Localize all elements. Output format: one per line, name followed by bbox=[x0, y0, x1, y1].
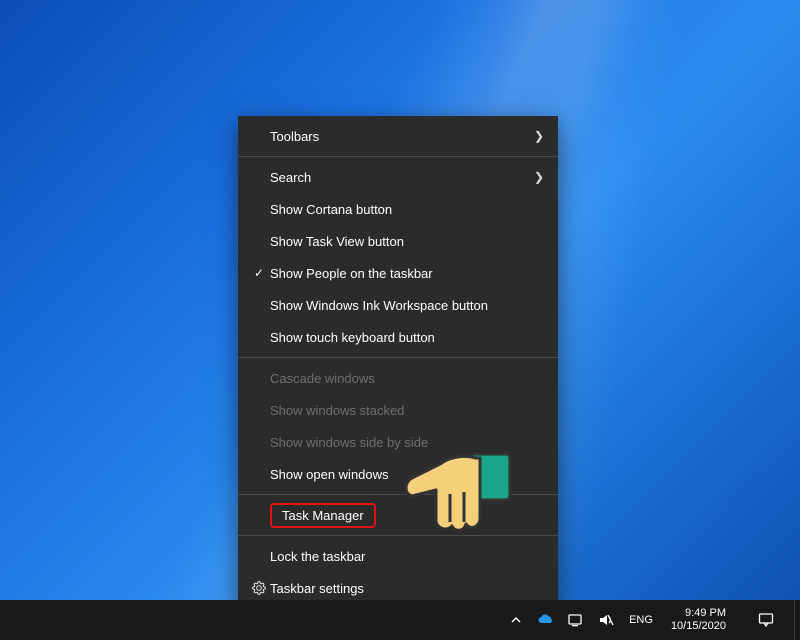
system-tray: ENG 9:49 PM 10/15/2020 bbox=[499, 600, 794, 640]
check-icon: ✓ bbox=[248, 266, 270, 280]
clock-time: 9:49 PM bbox=[685, 607, 726, 620]
show-desktop-button[interactable] bbox=[794, 600, 800, 640]
menu-item-show-task-view[interactable]: Show Task View button bbox=[238, 225, 558, 257]
menu-label: Taskbar settings bbox=[270, 581, 544, 596]
tray-overflow-icon[interactable] bbox=[507, 611, 525, 629]
action-center-icon[interactable] bbox=[746, 600, 786, 640]
menu-label: Show People on the taskbar bbox=[270, 266, 544, 281]
menu-label: Show Cortana button bbox=[270, 202, 544, 217]
menu-item-show-cortana[interactable]: Show Cortana button bbox=[238, 193, 558, 225]
menu-item-show-windows-stacked: Show windows stacked bbox=[238, 394, 558, 426]
clock[interactable]: 9:49 PM 10/15/2020 bbox=[667, 607, 734, 633]
menu-label: Show Task View button bbox=[270, 234, 544, 249]
menu-separator bbox=[238, 156, 558, 157]
menu-item-toolbars[interactable]: Toolbars ❯ bbox=[238, 120, 558, 152]
menu-item-task-manager[interactable]: Task Manager bbox=[238, 499, 558, 531]
onedrive-icon[interactable] bbox=[537, 611, 555, 629]
menu-item-cascade-windows: Cascade windows bbox=[238, 362, 558, 394]
menu-label: Show windows side by side bbox=[270, 435, 544, 450]
menu-label: Task Manager bbox=[282, 508, 364, 523]
menu-item-show-people[interactable]: ✓ Show People on the taskbar bbox=[238, 257, 558, 289]
annotation-highlight: Task Manager bbox=[270, 503, 376, 528]
menu-label: Search bbox=[270, 170, 534, 185]
menu-item-show-windows-side-by-side: Show windows side by side bbox=[238, 426, 558, 458]
network-icon[interactable] bbox=[567, 611, 585, 629]
menu-item-show-open-windows[interactable]: Show open windows bbox=[238, 458, 558, 490]
gear-icon bbox=[248, 581, 270, 595]
menu-separator bbox=[238, 494, 558, 495]
language-indicator[interactable]: ENG bbox=[627, 614, 655, 626]
taskbar[interactable]: ENG 9:49 PM 10/15/2020 bbox=[0, 600, 800, 640]
menu-label: Toolbars bbox=[270, 129, 534, 144]
chevron-right-icon: ❯ bbox=[534, 170, 544, 184]
menu-label: Show open windows bbox=[270, 467, 544, 482]
menu-separator bbox=[238, 535, 558, 536]
taskbar-context-menu: Toolbars ❯ Search ❯ Show Cortana button … bbox=[238, 116, 558, 608]
menu-label: Show touch keyboard button bbox=[270, 330, 544, 345]
menu-item-show-touch-keyboard[interactable]: Show touch keyboard button bbox=[238, 321, 558, 353]
menu-item-show-ink-workspace[interactable]: Show Windows Ink Workspace button bbox=[238, 289, 558, 321]
menu-separator bbox=[238, 357, 558, 358]
menu-label: Show Windows Ink Workspace button bbox=[270, 298, 544, 313]
menu-item-search[interactable]: Search ❯ bbox=[238, 161, 558, 193]
volume-icon[interactable] bbox=[597, 611, 615, 629]
chevron-right-icon: ❯ bbox=[534, 129, 544, 143]
menu-item-lock-taskbar[interactable]: Lock the taskbar bbox=[238, 540, 558, 572]
menu-label: Lock the taskbar bbox=[270, 549, 544, 564]
menu-label: Cascade windows bbox=[270, 371, 544, 386]
clock-date: 10/15/2020 bbox=[671, 620, 726, 633]
menu-label: Show windows stacked bbox=[270, 403, 544, 418]
